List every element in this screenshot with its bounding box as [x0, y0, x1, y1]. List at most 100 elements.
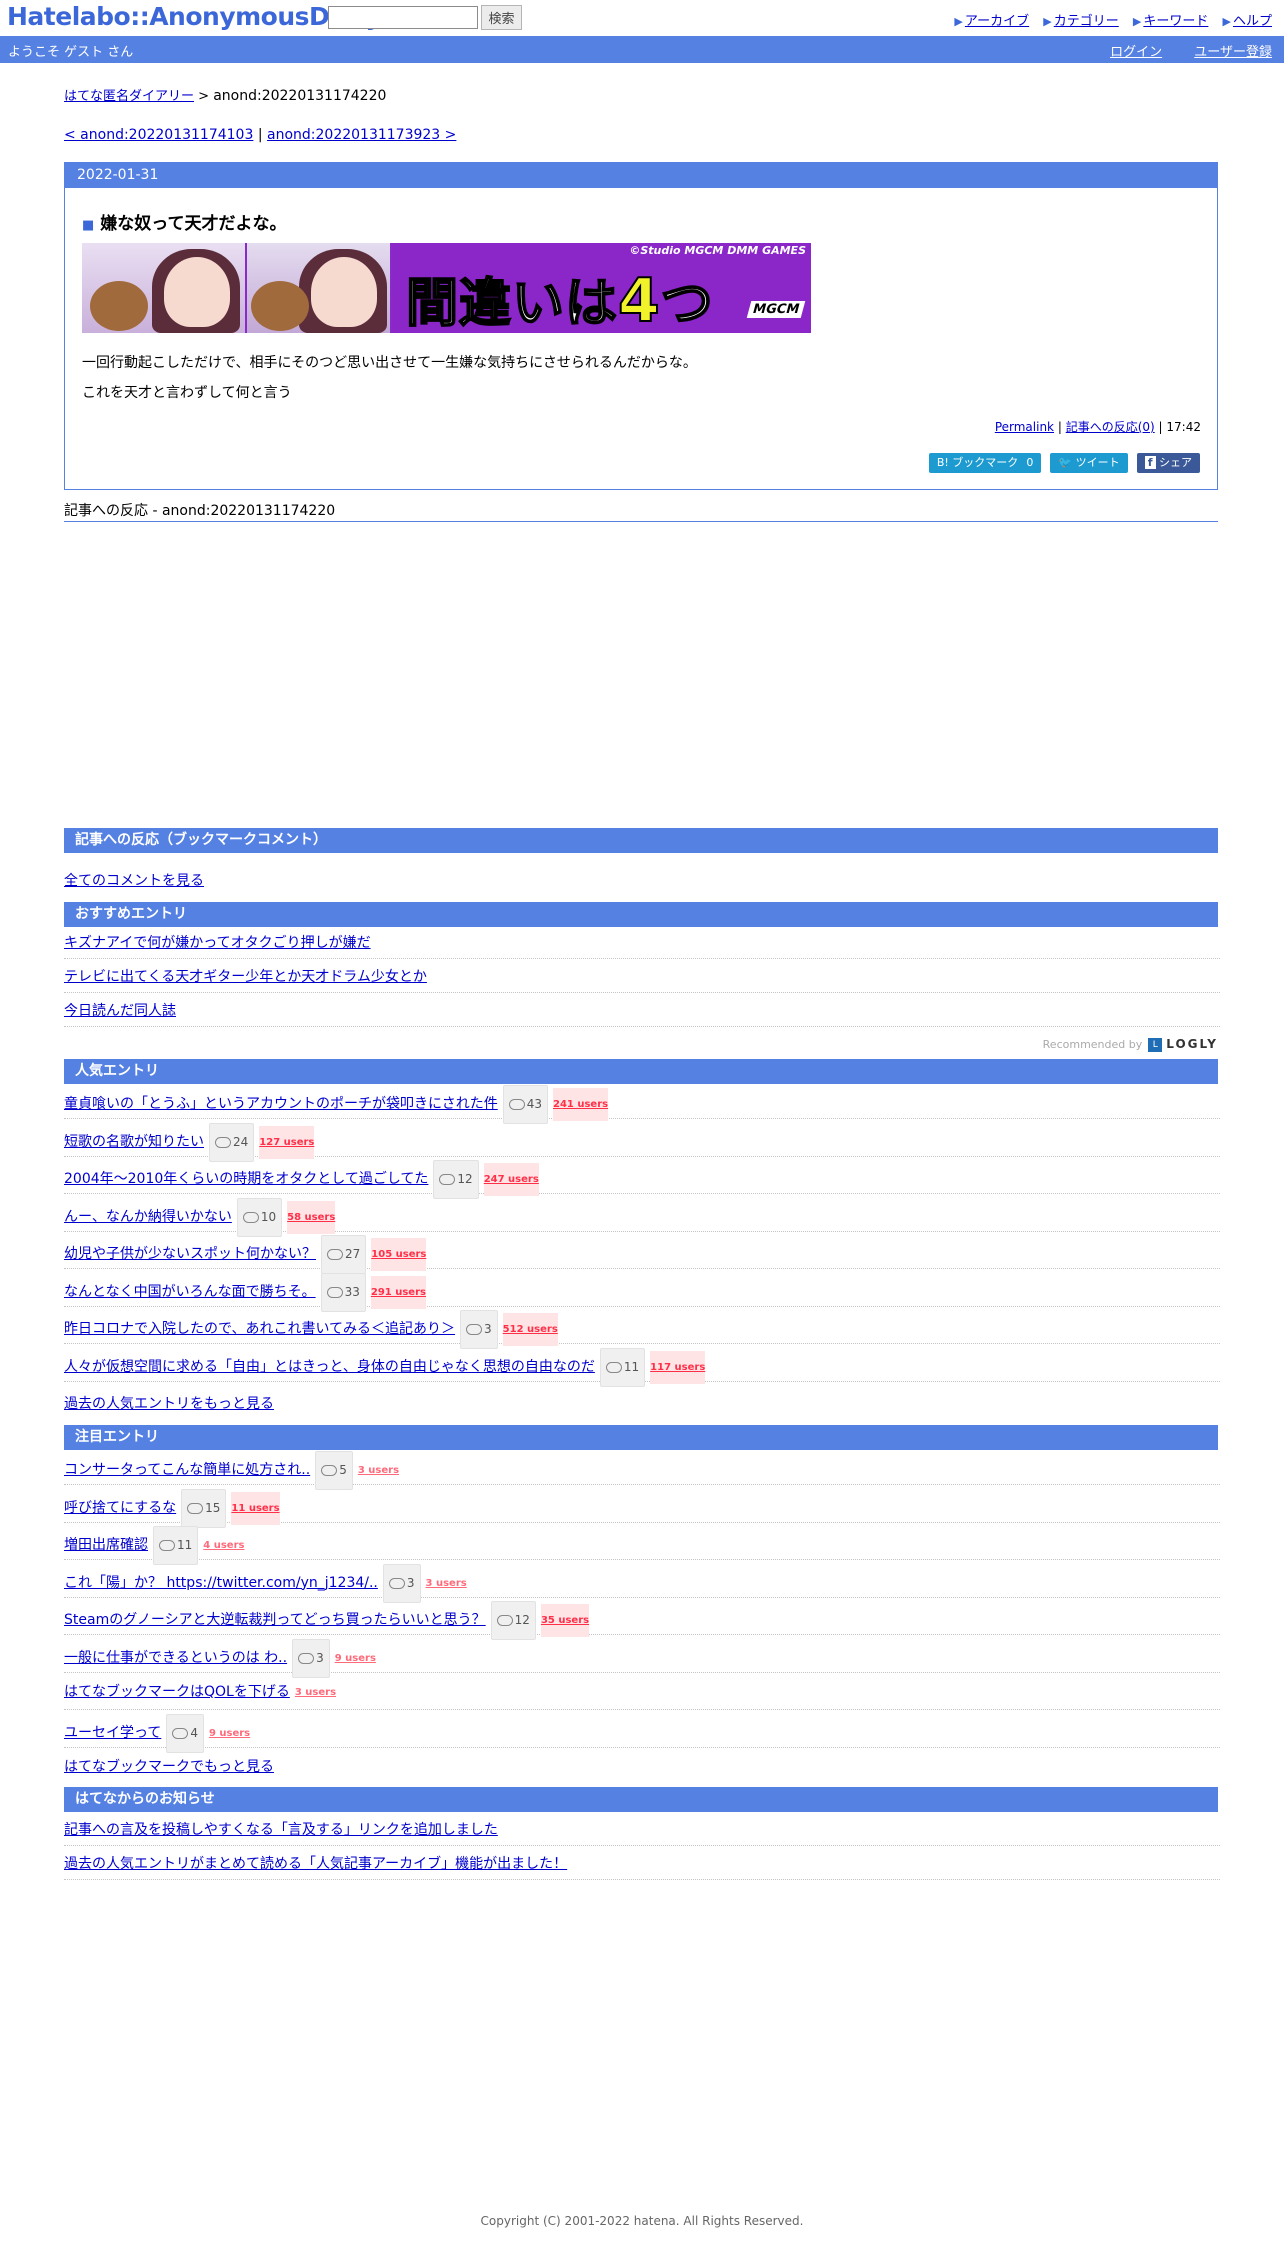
entry-pager: < anond:20220131174103 | anond:202201311… — [64, 127, 456, 143]
entry-link[interactable]: コンサータってこんな簡単に処方され.. — [64, 1454, 310, 1487]
bookmark-users-badge[interactable]: 241 users — [553, 1088, 609, 1121]
comment-count-badge[interactable]: 43 — [502, 1085, 548, 1124]
banner-character-panel — [247, 243, 390, 333]
breadcrumb-current: anond:20220131174220 — [213, 88, 387, 104]
comment-count-badge[interactable]: 11 — [153, 1526, 199, 1565]
bookmark-users-badge[interactable]: 9 users — [209, 1717, 250, 1750]
register-link[interactable]: ユーザー登録 — [1194, 45, 1272, 60]
comment-count-badge[interactable]: 12 — [490, 1601, 536, 1640]
list-item: なんとなく中国がいろんな面で勝ちそ。 33 291 users — [64, 1272, 1220, 1312]
reactions-link[interactable]: 記事への反応(0) — [1066, 420, 1155, 434]
recommended-link[interactable]: テレビに出てくる天才ギター少年とか天才ドラム少女とか — [64, 969, 427, 985]
banner-character-panel — [82, 243, 245, 333]
comment-bubble-icon — [215, 1136, 231, 1148]
entry-link[interactable]: 呼び捨てにするな — [64, 1492, 176, 1525]
entry-link[interactable]: 一般に仕事ができるというのは わ.. — [64, 1642, 287, 1675]
entry-link[interactable]: 増田出席確認 — [64, 1529, 148, 1562]
bookmark-count: 0 — [1026, 456, 1034, 469]
recommended-link[interactable]: 今日読んだ同人誌 — [64, 1003, 176, 1019]
notable-more-link[interactable]: はてなブックマークでもっと見る — [64, 1756, 274, 1776]
bookmark-users-badge[interactable]: 3 users — [358, 1454, 399, 1487]
list-item: 2004年～2010年くらいの時期をオタクとして過ごしてた 12 247 users — [64, 1160, 1220, 1199]
comment-bubble-icon — [388, 1577, 405, 1589]
entry-link[interactable]: 昨日コロナで入院したので、あれこれ書いてみる＜追記あり＞ — [64, 1313, 455, 1346]
comment-count-badge[interactable]: 33 — [320, 1272, 366, 1312]
bookmark-users-badge[interactable]: 58 users — [287, 1200, 336, 1234]
comment-count-badge[interactable]: 4 — [166, 1713, 204, 1753]
entry-marker-icon[interactable]: ■ — [82, 218, 94, 233]
entry-body-line: 一回行動起こしただけで、相手にそのつど思い出させて一生嫌な気持ちにさせられるんだ… — [82, 355, 697, 371]
bookmark-users-badge[interactable]: 11 users — [231, 1491, 280, 1525]
site-logo[interactable]: Hatelabo::AnonymousDiary — [7, 2, 382, 31]
bookmark-users-badge[interactable]: 3 users — [295, 1676, 336, 1709]
bookmark-users-badge[interactable]: 35 users — [540, 1604, 590, 1637]
entry-link[interactable]: 童貞喰いの「とうふ」というアカウントのポーチが袋叩きにされた件 — [64, 1088, 498, 1121]
comment-count-badge[interactable]: 3 — [382, 1563, 421, 1603]
recommended-link[interactable]: キズナアイで何が嫌かってオタクごり押しが嫌だ — [64, 935, 371, 951]
nav-category[interactable]: カテゴリー — [1054, 14, 1119, 29]
tweet-button[interactable]: 🐦 ツイート — [1050, 453, 1128, 473]
list-item: んー、なんか納得いかない 10 58 users — [64, 1197, 1220, 1237]
entry-link[interactable]: ユーセイ学って — [64, 1717, 161, 1750]
comment-count-badge[interactable]: 5 — [315, 1451, 353, 1490]
comment-count-badge[interactable]: 15 — [181, 1488, 227, 1528]
permalink[interactable]: Permalink — [995, 420, 1054, 434]
news-link[interactable]: 記事への言及を投稿しやすくなる「言及する」リンクを追加しました — [64, 1822, 498, 1838]
share-buttons: B! ブックマーク 0 🐦 ツイート f シェア — [925, 453, 1200, 474]
list-item: キズナアイで何が嫌かってオタクごり押しが嫌だ — [64, 928, 1220, 959]
entry-link[interactable]: んー、なんか納得いかない — [64, 1201, 232, 1234]
bookmark-users-badge[interactable]: 127 users — [259, 1125, 315, 1159]
comment-count-badge[interactable]: 3 — [460, 1310, 498, 1349]
comment-bubble-icon — [159, 1540, 175, 1551]
ad-banner[interactable]: ©Studio MGCM DMM GAMES 間違いは4つ MGCM — [82, 243, 811, 333]
arrow-icon: ▶ — [1132, 15, 1142, 28]
bookmark-users-badge[interactable]: 9 users — [335, 1642, 376, 1675]
entry-link[interactable]: これ「陽」か？ https://twitter.com/yn_j1234/.. — [64, 1567, 378, 1600]
comment-bubble-icon — [298, 1652, 315, 1664]
entry-link[interactable]: Steamのグノーシアと大逆転裁判ってどっち買ったらいいと思う？ — [64, 1604, 486, 1637]
comment-count-badge[interactable]: 27 — [321, 1235, 367, 1274]
bookmark-users-badge[interactable]: 512 users — [502, 1313, 558, 1346]
comment-count-badge[interactable]: 12 — [433, 1160, 479, 1199]
bookmark-users-badge[interactable]: 117 users — [650, 1350, 706, 1384]
comment-count-badge[interactable]: 10 — [236, 1197, 283, 1237]
welcome-text: ようこそ ゲスト さん — [8, 45, 134, 60]
nav-help[interactable]: ヘルプ — [1233, 14, 1272, 29]
bookmark-users-badge[interactable]: 291 users — [370, 1275, 426, 1309]
news-link[interactable]: 過去の人気エントリがまとめて読める「人気記事アーカイブ」機能が出ました！ — [64, 1856, 567, 1872]
hatena-bookmark-button[interactable]: B! ブックマーク 0 — [928, 453, 1042, 473]
comment-count-badge[interactable]: 3 — [292, 1638, 330, 1678]
entry-link[interactable]: なんとなく中国がいろんな面で勝ちそ。 — [64, 1276, 316, 1309]
diary-entry: 2022-01-31 ■ 嫌な奴って天才だよな。 ©Studio MGCM DMM… — [64, 162, 1218, 490]
banner-logo: MGCM — [746, 301, 806, 318]
entry-link[interactable]: はてなブックマークはQOLを下げる — [64, 1676, 290, 1709]
popular-more-link[interactable]: 過去の人気エントリをもっと見る — [64, 1393, 274, 1413]
breadcrumb-home[interactable]: はてな匿名ダイアリー — [64, 89, 194, 104]
banner-title-panel: ©Studio MGCM DMM GAMES 間違いは4つ MGCM — [392, 243, 811, 333]
entry-link[interactable]: 2004年～2010年くらいの時期をオタクとして過ごしてた — [64, 1163, 428, 1196]
login-link[interactable]: ログイン — [1110, 45, 1162, 60]
bookmark-users-badge[interactable]: 4 users — [203, 1529, 244, 1562]
bookmark-users-badge[interactable]: 3 users — [426, 1567, 467, 1600]
see-all-comments-link[interactable]: 全てのコメントを見る — [64, 870, 204, 890]
logly-credit[interactable]: Recommended by L LOGLY — [1043, 1037, 1218, 1052]
comment-count-badge[interactable]: 24 — [209, 1122, 255, 1162]
comment-bubble-icon — [321, 1465, 338, 1476]
arrow-icon: ▶ — [1222, 15, 1231, 28]
facebook-share-button[interactable]: f シェア — [1136, 453, 1200, 473]
search-button[interactable]: 検索 — [481, 5, 522, 30]
search-input[interactable] — [328, 6, 478, 29]
comment-bubble-icon — [172, 1727, 189, 1739]
nav-keyword[interactable]: キーワード — [1143, 14, 1208, 29]
entry-link[interactable]: 幼児や子供が少ないスポット何かない？ — [64, 1238, 316, 1271]
bookmark-users-badge[interactable]: 105 users — [371, 1238, 427, 1271]
entry-link[interactable]: 人々が仮想空間に求める「自由」とはきっと、身体の自由じゃなく思想の自由なのだ — [64, 1351, 595, 1384]
comment-count-badge[interactable]: 11 — [599, 1347, 646, 1387]
bookmark-users-badge[interactable]: 247 users — [483, 1163, 539, 1196]
next-entry-link[interactable]: anond:20220131173923 > — [267, 127, 456, 143]
entry-link[interactable]: 短歌の名歌が知りたい — [64, 1126, 204, 1159]
entry-time: | 17:42 — [1158, 420, 1201, 434]
nav-archive[interactable]: アーカイブ — [965, 14, 1029, 29]
logly-icon: L — [1148, 1038, 1163, 1052]
prev-entry-link[interactable]: < anond:20220131174103 — [64, 127, 253, 143]
